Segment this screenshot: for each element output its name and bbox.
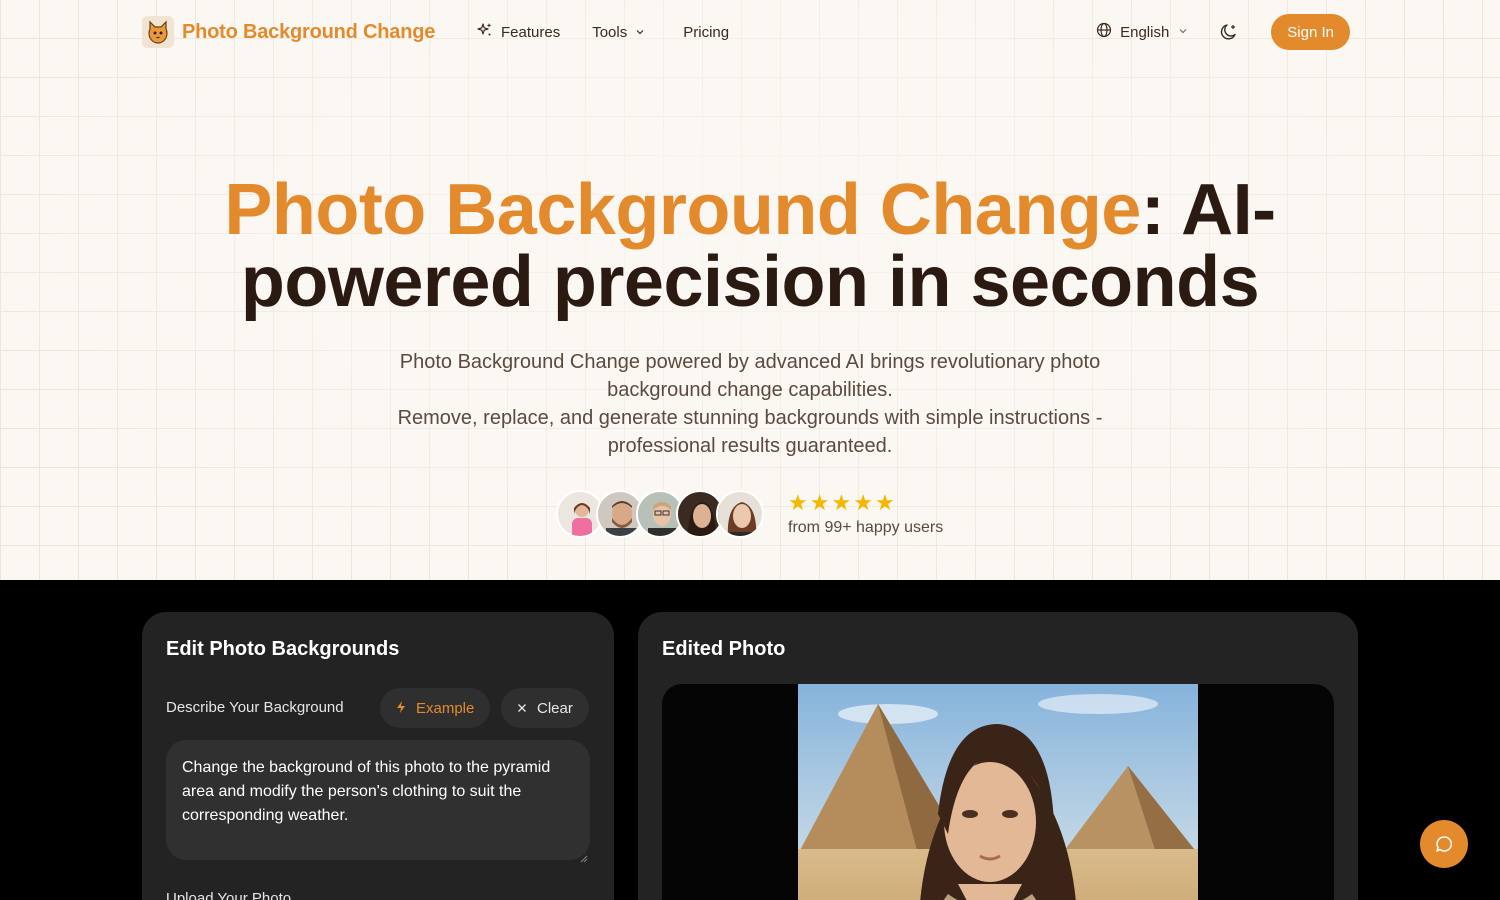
globe-icon: [1096, 22, 1112, 42]
rating: ★ ★ ★ ★ ★ from 99+ happy users: [788, 491, 943, 537]
social-proof: ★ ★ ★ ★ ★ from 99+ happy users: [556, 490, 943, 538]
example-label: Example: [416, 699, 475, 717]
language-label: English: [1120, 23, 1170, 41]
nav-pricing[interactable]: Pricing: [683, 24, 729, 41]
brand-link[interactable]: Photo Background Change: [142, 16, 435, 48]
star-icon: ★: [874, 490, 895, 515]
chevron-down-icon: [635, 24, 645, 41]
prompt-input[interactable]: [166, 740, 590, 860]
resize-handle-icon[interactable]: [580, 850, 588, 863]
avatar: [716, 490, 764, 538]
chat-bubble-icon[interactable]: [1420, 820, 1468, 868]
hero-section: Photo Background Change Features Tools P…: [0, 0, 1500, 580]
star-icon: ★: [809, 490, 830, 515]
rating-text: from 99+ happy users: [788, 519, 944, 536]
nav-links: Features Tools Pricing: [477, 20, 729, 44]
edited-photo: [798, 684, 1198, 900]
editor-title: Edit Photo Backgrounds: [166, 638, 400, 660]
language-selector[interactable]: English: [1096, 22, 1189, 42]
theme-toggle-moon-icon[interactable]: [1217, 20, 1241, 44]
sparkles-icon: [477, 22, 493, 42]
nav-tools-label: Tools: [592, 23, 628, 41]
hero-subtitle: Photo Background Change powered by advan…: [350, 348, 1150, 460]
sign-in-button[interactable]: Sign In: [1271, 14, 1350, 50]
nav-tools[interactable]: Tools: [592, 24, 645, 41]
brand-name: Photo Background Change: [182, 20, 436, 43]
lightning-icon: [396, 700, 406, 717]
example-button[interactable]: Example: [380, 688, 491, 728]
result-preview: [662, 684, 1334, 900]
nav-features-label: Features: [501, 23, 561, 41]
star-rating: ★ ★ ★ ★ ★: [788, 491, 943, 515]
headline-accent: Photo Background Change: [224, 170, 1141, 250]
result-panel: Edited Photo: [638, 612, 1358, 900]
star-icon: ★: [788, 490, 808, 515]
describe-label: Describe Your Background: [166, 699, 344, 716]
star-icon: ★: [853, 490, 873, 515]
subtitle-line-2: Remove, replace, and generate stunning b…: [397, 407, 1103, 457]
cat-logo-icon: [142, 16, 174, 48]
close-icon: [517, 700, 527, 717]
editor-panel: Edit Photo Backgrounds Describe Your Bac…: [142, 612, 614, 900]
subtitle-line-1: Photo Background Change powered by advan…: [399, 351, 1101, 401]
top-navbar: Photo Background Change Features Tools P…: [0, 0, 1500, 64]
upload-label: Upload Your Photo: [166, 890, 292, 900]
hero-headline: Photo Background Change: AI-powered prec…: [150, 174, 1350, 318]
nav-features[interactable]: Features: [477, 22, 560, 42]
chevron-down-icon: [1177, 24, 1189, 41]
clear-label: Clear: [537, 699, 573, 717]
user-avatars: [556, 490, 764, 538]
nav-actions: English Sign In: [1096, 14, 1350, 50]
star-icon: ★: [831, 490, 852, 515]
nav-pricing-label: Pricing: [683, 23, 730, 41]
clear-button[interactable]: Clear: [501, 688, 589, 728]
result-title: Edited Photo: [662, 638, 786, 660]
